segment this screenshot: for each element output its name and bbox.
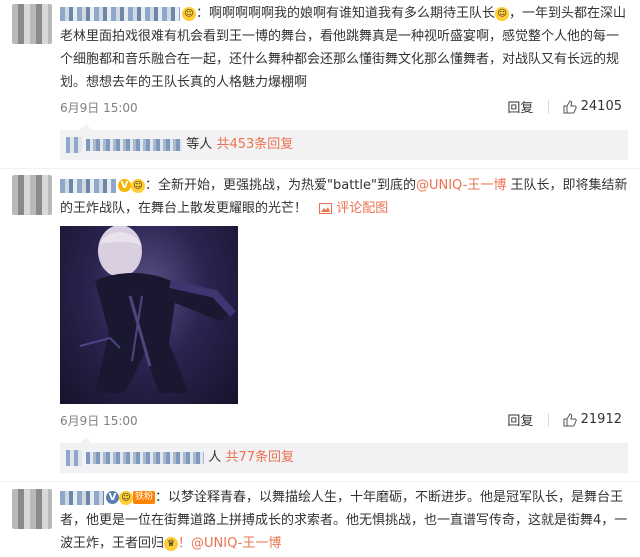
comment-actions: 回复 24105 (507, 97, 622, 116)
comment-photo[interactable] (60, 226, 238, 404)
avatar[interactable] (12, 4, 52, 44)
username[interactable] (60, 490, 104, 505)
replier-names[interactable] (86, 451, 205, 464)
replier-avatar (66, 136, 82, 153)
badge-emoji-icon: ☺ (131, 178, 145, 193)
replier-names[interactable] (86, 138, 183, 151)
fan-level-badge: 铁粉 (133, 491, 156, 504)
thumbs-up-icon[interactable] (563, 412, 577, 427)
avatar[interactable] (12, 489, 52, 529)
comment-actions: 回复 21912 (507, 410, 622, 429)
avatar[interactable] (12, 175, 52, 215)
divider (0, 168, 640, 169)
comment-text: V ☺ 铁粉 ：以梦诠释青春，以舞描绘人生，十年磨砺，不断进步。他是冠军队长，是舞台王… (60, 486, 628, 555)
mention-link[interactable]: @UNIQ-王一博 (416, 178, 506, 193)
comment-text: V ☺ ：全新开始，更强挑战，为热爱"battle"到底的@UNIQ-王一博 王队长… (60, 174, 628, 220)
crown-emoji-icon: ♛ (164, 536, 179, 551)
reply-button[interactable]: 回复 (507, 414, 533, 429)
reply-summary: 等人 共453条回复 (60, 124, 628, 160)
image-link[interactable]: 评论配图 (319, 201, 388, 216)
divider (547, 99, 549, 114)
badge-emoji-icon: ☺ (119, 490, 133, 505)
thumbs-up-icon[interactable] (563, 99, 577, 114)
verified-v-icon: V (106, 491, 119, 504)
comment-time: 6月9日 15:00 (60, 101, 138, 115)
performer-illustration (79, 226, 236, 393)
view-replies-link[interactable]: 共77条回复 (225, 450, 294, 465)
comment-feed: ☺ ：啊啊啊啊啊我的娘啊有谁知道我有多么期待王队长 ☺ ，一年到头都在深山老林里面拍戏… (0, 0, 640, 557)
divider (0, 481, 640, 482)
mention-link[interactable]: ！@UNIQ-王一博 (178, 536, 281, 551)
arrow-decoration (80, 124, 92, 130)
view-replies-link[interactable]: 共453条回复 (216, 137, 293, 152)
replier-avatar (66, 449, 82, 466)
reply-button[interactable]: 回复 (507, 101, 533, 116)
like-count: 21912 (580, 412, 622, 427)
comment-text-start: ：全新开始，更强挑战，为热爱"battle"到底的 (145, 178, 416, 193)
reply-summary: 人 共77条回复 (60, 437, 628, 473)
image-link-label: 评论配图 (336, 201, 389, 216)
crown-emoji-icon: ☺ (182, 6, 196, 21)
divider (547, 412, 549, 427)
replies-suffix: 人 (208, 450, 222, 465)
comment-text-start: ：啊啊啊啊啊我的娘啊有谁知道我有多么期待王队长 (196, 6, 496, 21)
comment-time: 6月9日 15:00 (60, 414, 138, 428)
comment-text: ☺ ：啊啊啊啊啊我的娘啊有谁知道我有多么期待王队长 ☺ ，一年到头都在深山老林里面拍戏… (60, 2, 628, 94)
arrow-decoration (80, 437, 92, 443)
username[interactable] (60, 178, 116, 193)
like-count: 24105 (580, 99, 622, 114)
smile-emoji-icon: ☺ (495, 6, 510, 21)
verified-v-icon: V (118, 179, 131, 192)
picture-icon (319, 203, 333, 214)
username[interactable] (60, 6, 180, 21)
replies-suffix: 等人 (186, 137, 213, 152)
